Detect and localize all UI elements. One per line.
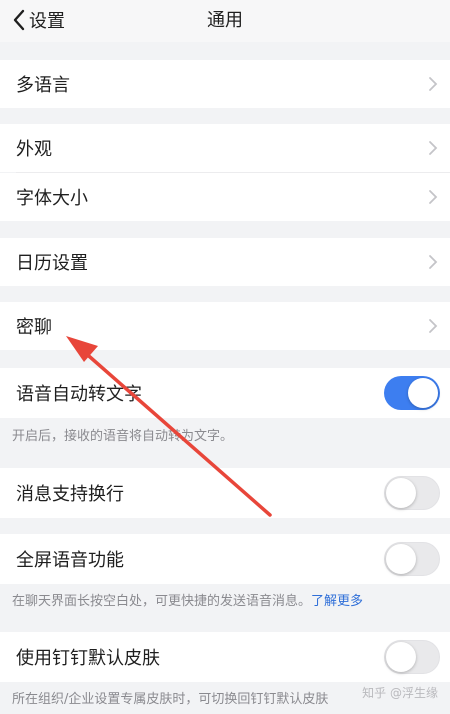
- fullscreen-voice-toggle[interactable]: [384, 542, 440, 576]
- chevron-right-icon: [429, 255, 438, 269]
- row-message-line-break: 消息支持换行: [0, 468, 450, 518]
- default-skin-toggle[interactable]: [384, 640, 440, 674]
- row-font-size[interactable]: 字体大小: [0, 173, 450, 221]
- page-title: 通用: [207, 10, 243, 31]
- row-label: 多语言: [16, 75, 70, 96]
- row-appearance[interactable]: 外观: [0, 124, 450, 172]
- row-fullscreen-voice: 全屏语音功能: [0, 534, 450, 584]
- toggle-knob: [386, 642, 416, 672]
- row-label: 全屏语音功能: [16, 550, 124, 571]
- row-multi-language[interactable]: 多语言: [0, 60, 450, 108]
- watermark: 知乎 @浮生缘: [362, 686, 438, 700]
- row-label: 密聊: [16, 317, 52, 338]
- row-default-skin: 使用钉钉默认皮肤: [0, 632, 450, 682]
- chevron-right-icon: [429, 77, 438, 91]
- default-skin-hint: 所在组织/企业设置专属皮肤时，可切换回钉钉默认皮肤: [12, 692, 329, 707]
- nav-bar: 设置 通用: [0, 0, 450, 42]
- toggle-knob: [408, 378, 438, 408]
- chevron-right-icon: [429, 319, 438, 333]
- row-label: 语音自动转文字: [16, 384, 142, 405]
- voice-to-text-hint: 开启后，接收的语音将自动转为文字。: [12, 429, 234, 444]
- fullscreen-voice-hint: 在聊天界面长按空白处，可更快捷的发送语音消息。了解更多: [12, 590, 363, 609]
- voice-to-text-toggle[interactable]: [384, 376, 440, 410]
- row-label: 消息支持换行: [16, 484, 124, 505]
- row-label: 日历设置: [16, 253, 88, 274]
- message-line-break-toggle[interactable]: [384, 476, 440, 510]
- row-calendar-settings[interactable]: 日历设置: [0, 238, 450, 286]
- row-voice-to-text: 语音自动转文字: [0, 368, 450, 418]
- hint-text: 在聊天界面长按空白处，可更快捷的发送语音消息。: [12, 594, 312, 609]
- learn-more-link[interactable]: 了解更多: [311, 594, 363, 609]
- chevron-right-icon: [429, 190, 438, 204]
- row-label: 外观: [16, 139, 52, 160]
- toggle-knob: [386, 478, 416, 508]
- toggle-knob: [386, 544, 416, 574]
- chevron-right-icon: [429, 141, 438, 155]
- row-label: 使用钉钉默认皮肤: [16, 648, 160, 669]
- row-label: 字体大小: [16, 188, 88, 209]
- row-secret-chat[interactable]: 密聊: [0, 302, 450, 350]
